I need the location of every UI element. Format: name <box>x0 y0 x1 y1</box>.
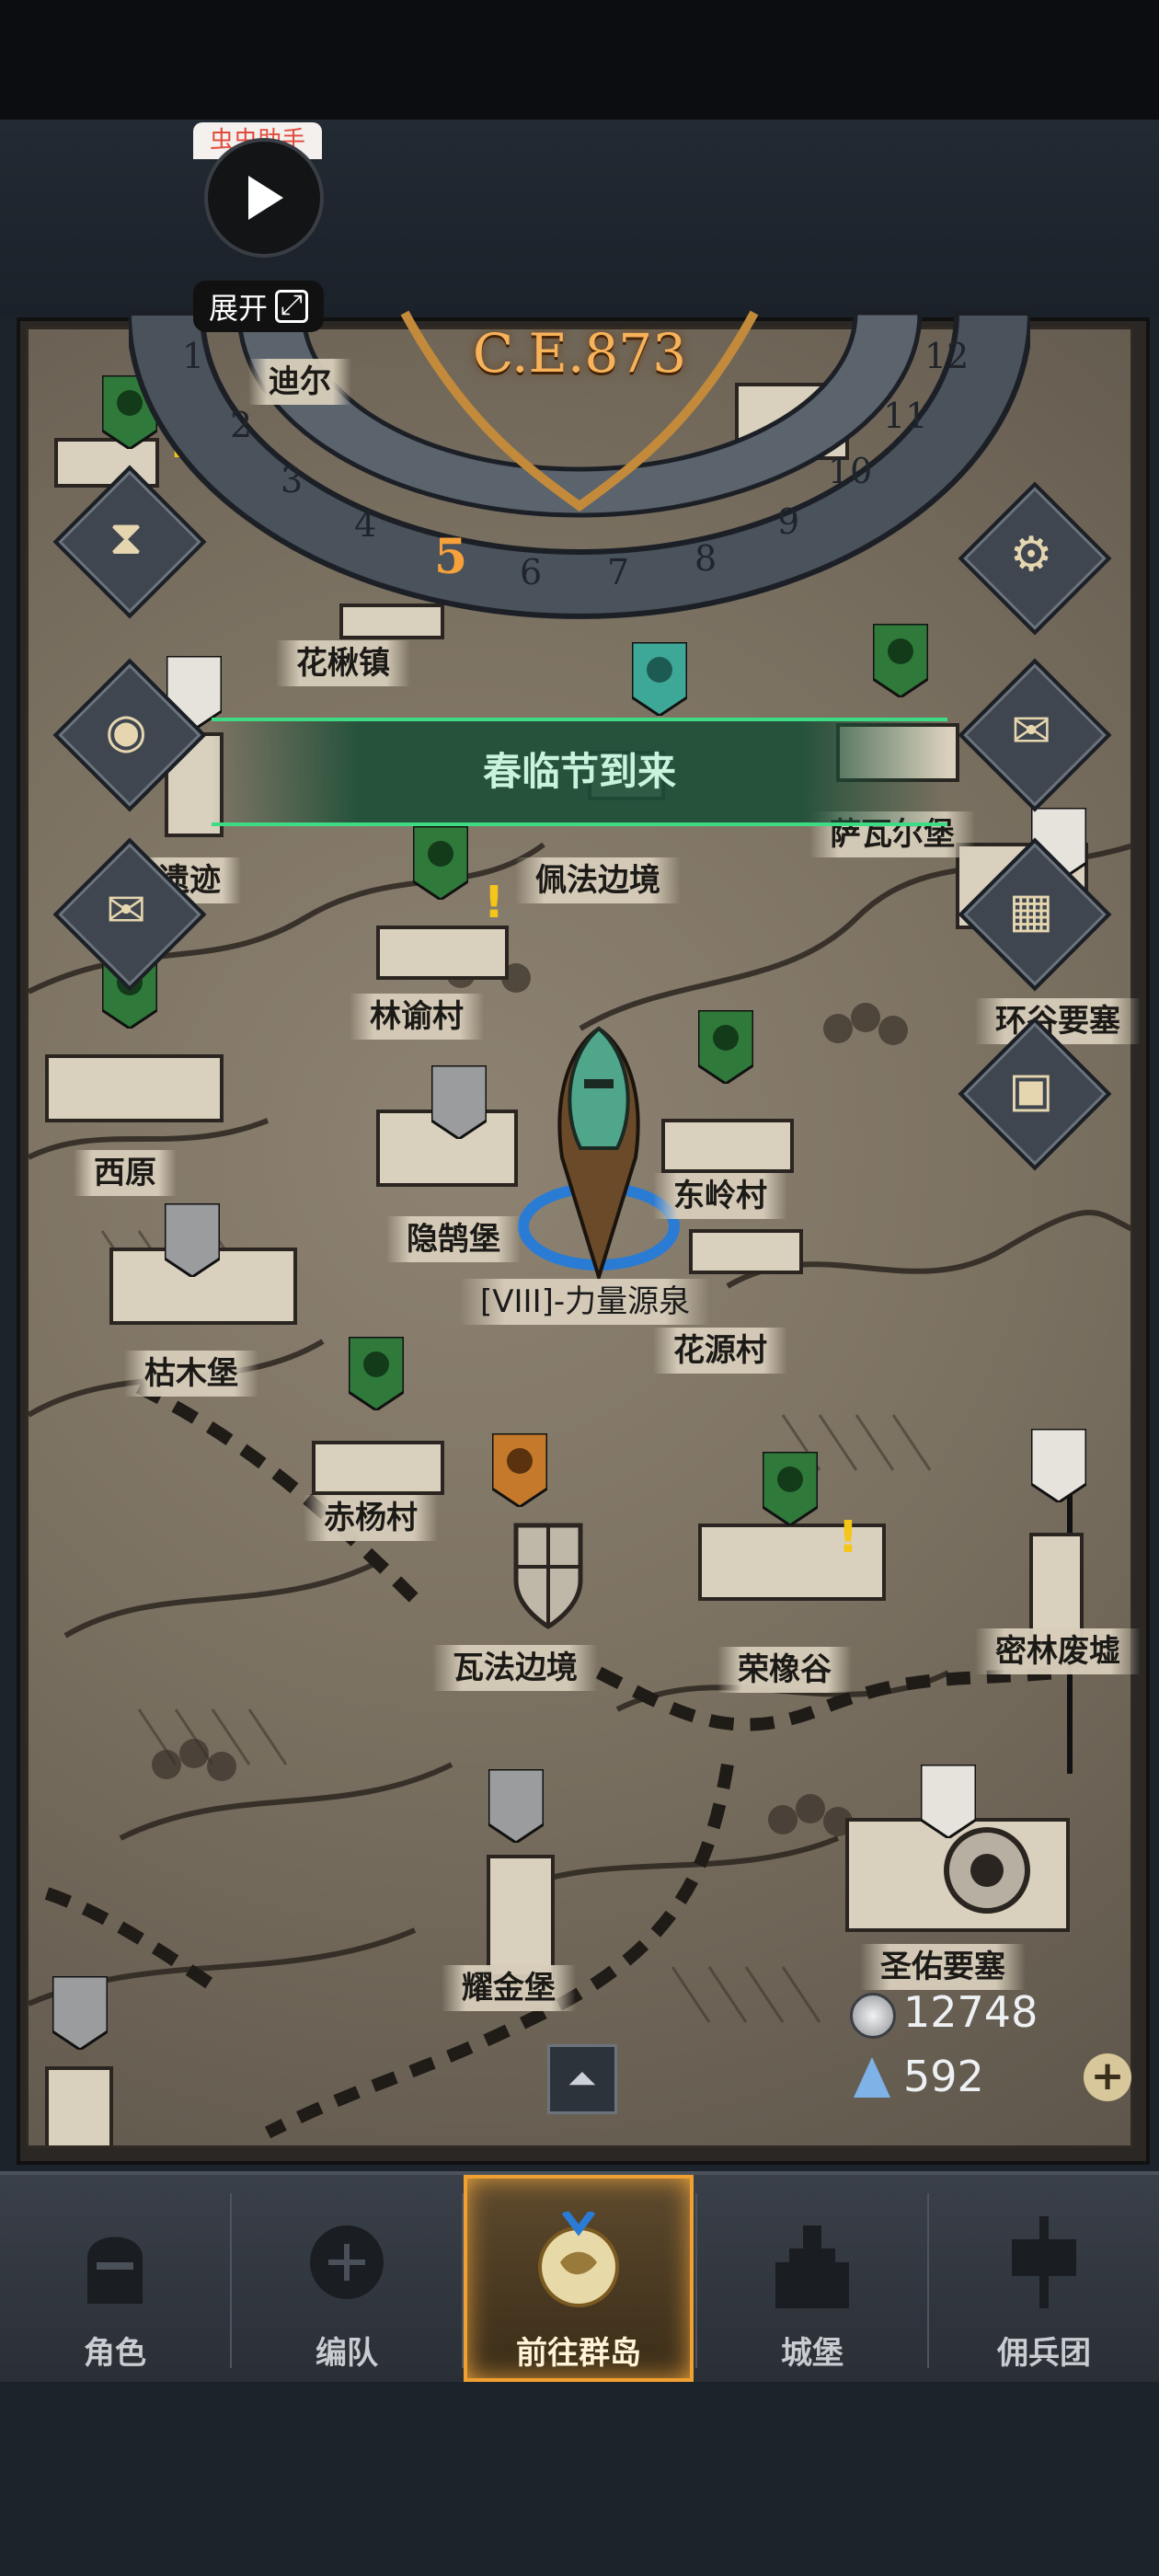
alert-icon[interactable]: ! <box>838 1512 858 1563</box>
month-6: 6 <box>520 552 543 592</box>
bottom-nav: 角色 编队 前往群岛 城堡 佣兵团 <box>0 2171 1159 2382</box>
gray-banner-icon <box>431 1065 487 1139</box>
month-12: 12 <box>924 336 970 376</box>
bottom-band <box>0 2378 1159 2576</box>
silver-amount: 12748 <box>903 1987 1039 2037</box>
era-year: C.E.873 <box>472 322 687 385</box>
nav-role[interactable]: 角色 <box>0 2175 230 2382</box>
location-label[interactable]: 西原 <box>74 1150 177 1196</box>
formation-icon <box>310 2225 384 2299</box>
alert-icon[interactable]: ! <box>484 877 504 928</box>
location-label[interactable]: 圣佑要塞 <box>860 1944 1026 1990</box>
white-banner-icon <box>1031 1429 1086 1502</box>
green-banner-icon <box>698 1010 753 1084</box>
nav-islands-label: 前往群岛 <box>516 2335 641 2372</box>
gear-icon: ⚙ <box>1009 527 1053 582</box>
event-banner[interactable]: 春临节到来 <box>212 718 947 826</box>
orange-banner-icon <box>492 1433 547 1507</box>
hero-marker <box>518 1026 680 1283</box>
collapse-map-button[interactable]: ⏶ <box>547 2044 617 2114</box>
nav-castle[interactable]: 城堡 <box>697 2175 927 2382</box>
white-banner-icon <box>921 1765 976 1838</box>
location-label[interactable]: 瓦法边境 <box>432 1645 598 1691</box>
mail-icon: ✉ <box>1011 704 1051 759</box>
silver-coin-icon <box>850 1993 896 2039</box>
month-11: 11 <box>883 396 928 436</box>
nav-islands[interactable]: 前往群岛 <box>464 2175 694 2382</box>
collapse-up-icon: ⏶ <box>568 2058 597 2100</box>
location-label[interactable]: 隐鹄堡 <box>386 1216 521 1262</box>
event-banner-text: 春临节到来 <box>482 749 676 794</box>
location-label[interactable]: 花楸镇 <box>276 640 410 686</box>
teal-banner-icon <box>632 642 687 716</box>
nav-mercenary-label: 佣兵团 <box>997 2335 1091 2372</box>
location-label[interactable]: [VIII]-力量源泉 <box>460 1279 711 1325</box>
green-banner-icon <box>763 1452 818 1525</box>
gray-banner-icon <box>165 1203 220 1277</box>
month-4: 4 <box>354 504 377 545</box>
gray-banner-icon <box>52 1976 108 2050</box>
crystal-amount: 592 <box>903 2052 984 2101</box>
bag-icon: ◉ <box>105 704 147 759</box>
nav-formation[interactable]: 编队 <box>232 2175 462 2382</box>
location-label[interactable]: 密林废墟 <box>975 1628 1141 1674</box>
mercenary-banner-icon <box>1012 2216 1076 2308</box>
green-banner-icon <box>873 624 928 697</box>
expand-button[interactable]: 展开 ⤢ <box>193 281 324 332</box>
compass-globe-icon <box>538 2212 619 2307</box>
add-crystal-button[interactable]: + <box>1084 2053 1131 2101</box>
location-label[interactable]: 林谕村 <box>350 994 484 1040</box>
helper-play-button[interactable] <box>204 138 324 258</box>
location-label[interactable]: 枯木堡 <box>124 1351 258 1397</box>
location-label[interactable]: 迪尔 <box>248 359 351 405</box>
expand-icon: ⤢ <box>275 290 308 323</box>
location-label[interactable]: 耀金堡 <box>442 1965 576 2011</box>
expand-label: 展开 <box>208 291 268 326</box>
location-label[interactable]: 东岭村 <box>653 1173 787 1219</box>
location-label[interactable]: 环谷要塞 <box>975 998 1141 1044</box>
status-bar <box>0 0 1159 120</box>
knight-helmet-icon <box>87 2237 143 2304</box>
grid-icon: ▦ <box>1008 883 1054 938</box>
scroll-icon: ✉ <box>106 883 146 938</box>
month-current: 5 <box>434 529 468 585</box>
nav-role-label: 角色 <box>84 2335 146 2372</box>
green-banner-icon <box>413 826 468 900</box>
nav-formation-label: 编队 <box>316 2335 378 2372</box>
crate-icon: ▣ <box>1008 1063 1054 1118</box>
location-label[interactable]: 佩法边境 <box>515 857 681 903</box>
month-9: 9 <box>777 501 800 542</box>
hourglass-icon: ⧗ <box>109 510 143 566</box>
location-label[interactable]: 花源村 <box>653 1328 787 1374</box>
castle-icon <box>775 2225 849 2308</box>
month-2: 2 <box>230 405 253 445</box>
nav-mercenary[interactable]: 佣兵团 <box>929 2175 1159 2382</box>
gray-banner-icon <box>488 1769 544 1843</box>
month-7: 7 <box>607 552 630 592</box>
month-10: 10 <box>828 451 873 491</box>
nav-castle-label: 城堡 <box>781 2335 843 2372</box>
location-label[interactable]: 荣橡谷 <box>717 1647 852 1693</box>
crystal-icon <box>854 2057 890 2098</box>
month-1: 1 <box>182 336 205 376</box>
play-icon <box>248 176 283 220</box>
location-label[interactable]: 赤杨村 <box>304 1495 438 1541</box>
green-banner-icon <box>349 1337 404 1410</box>
month-8: 8 <box>694 538 717 579</box>
month-3: 3 <box>281 460 304 500</box>
